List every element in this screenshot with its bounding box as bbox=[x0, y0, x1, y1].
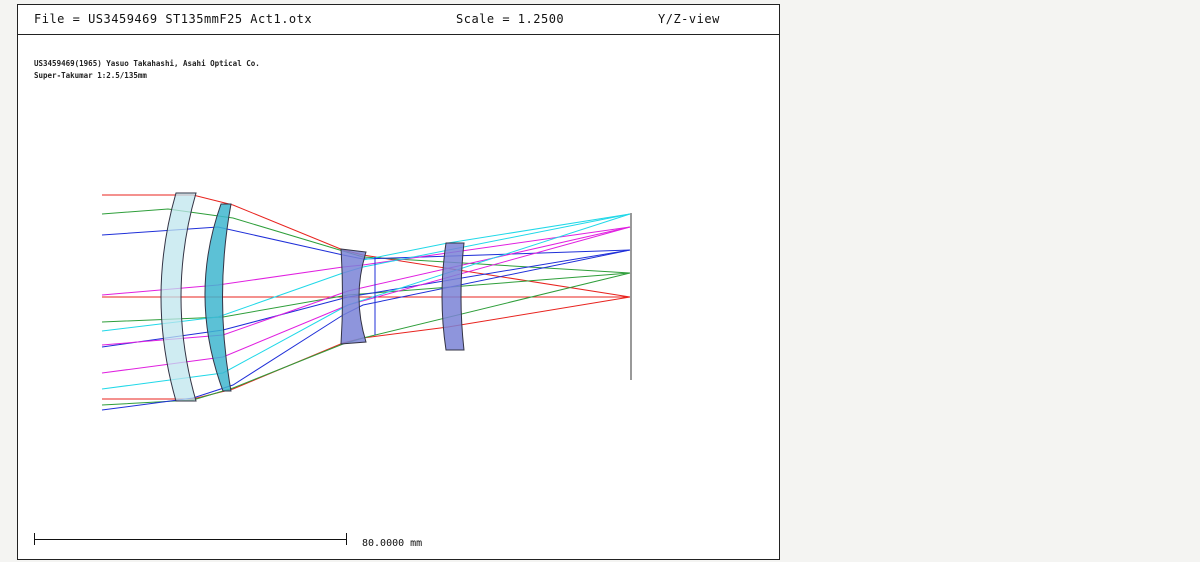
drawing-frame: File = US3459469 ST135mmF25 Act1.otx Sca… bbox=[17, 4, 780, 560]
scale-bar-label: 80.0000 mm bbox=[362, 538, 423, 549]
lens-element-4 bbox=[441, 242, 465, 351]
ray-cyan-3 bbox=[362, 213, 631, 261]
scale-bar bbox=[34, 533, 347, 545]
lens-diagram bbox=[101, 192, 632, 411]
